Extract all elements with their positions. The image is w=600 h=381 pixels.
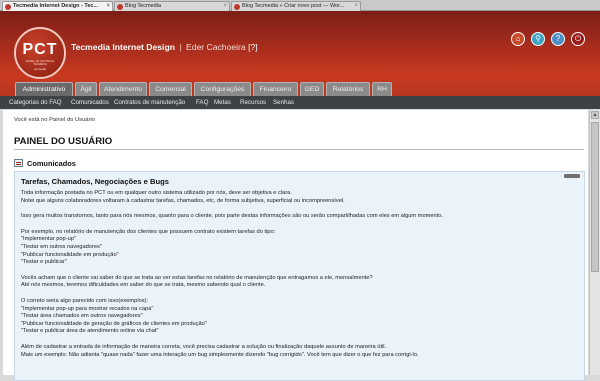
- subnav-faq[interactable]: FAQ: [196, 96, 208, 109]
- subnav-contratos-manutencao[interactable]: Contratos de manutenção: [114, 96, 185, 109]
- content-page: Você está no Painel do Usuário PAINEL DO…: [3, 110, 588, 381]
- post-line: O correto seria algo parecido com isso(e…: [21, 297, 149, 304]
- post-line: Mais um exemplo: Não adianta "quase nada…: [21, 351, 419, 358]
- tab-administrativo[interactable]: Administrativo: [15, 82, 73, 96]
- post-line: "Testar e publicar área de atendimento o…: [21, 328, 159, 335]
- tab-atendimento[interactable]: Atendimento: [99, 82, 147, 96]
- subnav-metas[interactable]: Metas: [214, 96, 231, 109]
- post-line: "Publicar funcionalidade em produção": [21, 251, 119, 258]
- browser-tab-2[interactable]: Blog Tecmedia ×: [114, 1, 230, 11]
- browser-tab-label: Blog Tecmedia: [125, 3, 161, 9]
- announcement-icon: [14, 159, 23, 167]
- subnav-categorias-faq[interactable]: Categorias do FAQ: [9, 96, 62, 109]
- power-icon[interactable]: ⏻: [571, 32, 585, 46]
- tecmedia-favicon-icon: [234, 4, 240, 10]
- close-tab-icon[interactable]: ×: [106, 2, 110, 11]
- post-line: "Testar em outros navegadores": [21, 243, 102, 250]
- close-tab-icon[interactable]: ×: [223, 2, 227, 11]
- help-link[interactable]: [?]: [248, 42, 258, 52]
- tab-comercial[interactable]: Comercial: [149, 82, 192, 96]
- post-line: "Testar área chamados em outros navegado…: [21, 313, 143, 320]
- tab-relatorios[interactable]: Relatórios: [326, 82, 370, 96]
- collapse-button[interactable]: [564, 174, 580, 178]
- search-icon[interactable]: ⚲: [531, 32, 545, 46]
- browser-tab-label: Blog Tecmedia » Criar novo post — Wor...: [242, 3, 345, 9]
- logo-subtext: PAINEL DE CONTROLE TECMEDIA: [25, 60, 55, 66]
- pct-logo[interactable]: PCT PAINEL DE CONTROLE TECMEDIA tecmedia: [14, 27, 66, 79]
- post-line: Vocês acham que o cliente vai saber do q…: [21, 274, 373, 281]
- tecmedia-favicon-icon: [117, 4, 123, 10]
- scroll-up-arrow-icon[interactable]: ▲: [591, 111, 599, 119]
- sub-nav: Categorias do FAQ Comunicados Contratos …: [0, 96, 600, 109]
- post-line: "Implementar pop-up": [21, 236, 76, 243]
- post-body: Toda informação postada no PCT ou em qua…: [21, 190, 577, 359]
- section-title: Comunicados: [27, 159, 76, 168]
- subnav-senhas[interactable]: Senhas: [273, 96, 294, 109]
- home-icon[interactable]: ⌂: [511, 32, 525, 46]
- browser-tab-1[interactable]: Tecmedia Internet Design - Tec... ×: [2, 1, 113, 11]
- scroll-thumb[interactable]: [591, 122, 599, 272]
- browser-tab-label: Tecmedia Internet Design - Tec...: [13, 3, 99, 9]
- tab-rh[interactable]: RH: [372, 82, 392, 96]
- post-line: Por exemplo, no relatório de manutenção …: [21, 228, 276, 235]
- tab-financeiro[interactable]: Financeiro: [253, 82, 298, 96]
- browser-tab-bar: Tecmedia Internet Design - Tec... × Blog…: [0, 0, 600, 11]
- post-line: Notei que alguns colaboradores voltaram …: [21, 197, 345, 204]
- post-line: Até nós mesmos, teremos dificuldades em …: [21, 282, 266, 289]
- main-nav: Administrativo Ágil Atendimento Comercia…: [0, 82, 600, 96]
- subnav-comunicados[interactable]: Comunicados: [71, 96, 109, 109]
- post-line: Além de cadastrar a entrada de informaçã…: [21, 343, 387, 350]
- title-divider: [14, 149, 584, 150]
- breadcrumb: Você está no Painel do Usuário: [14, 117, 95, 123]
- logo-text: PCT: [22, 41, 58, 58]
- tab-ged[interactable]: GED: [300, 82, 324, 96]
- announcement-panel: Tarefas, Chamados, Negociações e Bugs To…: [14, 171, 585, 381]
- page-title: PAINEL DO USUÁRIO: [14, 136, 113, 147]
- user-name-link[interactable]: Eder Cachoeira: [186, 42, 246, 52]
- tab-agil[interactable]: Ágil: [75, 82, 97, 96]
- post-line: "Implementar pop-up para mostrar recados…: [21, 305, 154, 312]
- tab-configuracoes[interactable]: Configurações: [194, 82, 251, 96]
- app-name: Tecmedia Internet Design: [71, 42, 175, 52]
- subnav-recursos[interactable]: Recursos: [240, 96, 266, 109]
- browser-tab-3[interactable]: Blog Tecmedia » Criar novo post — Wor...…: [231, 1, 361, 11]
- page-scrollbar[interactable]: ▲: [589, 110, 600, 375]
- tecmedia-favicon-icon: [5, 4, 11, 10]
- app-title: Tecmedia Internet Design | Eder Cachoeir…: [71, 42, 258, 52]
- post-line: "Publicar funcionalidade de geração de g…: [21, 320, 207, 327]
- help-icon[interactable]: ?: [551, 32, 565, 46]
- close-tab-icon[interactable]: ×: [354, 2, 358, 11]
- post-line: Isso gera muitos transtornos, tanto para…: [21, 213, 444, 220]
- logo-brand: tecmedia: [33, 67, 47, 71]
- title-separator: |: [179, 42, 182, 52]
- post-line: "Testar e publicar": [21, 259, 67, 266]
- post-line: Toda informação postada no PCT ou em qua…: [21, 190, 292, 196]
- post-title: Tarefas, Chamados, Negociações e Bugs: [21, 177, 169, 186]
